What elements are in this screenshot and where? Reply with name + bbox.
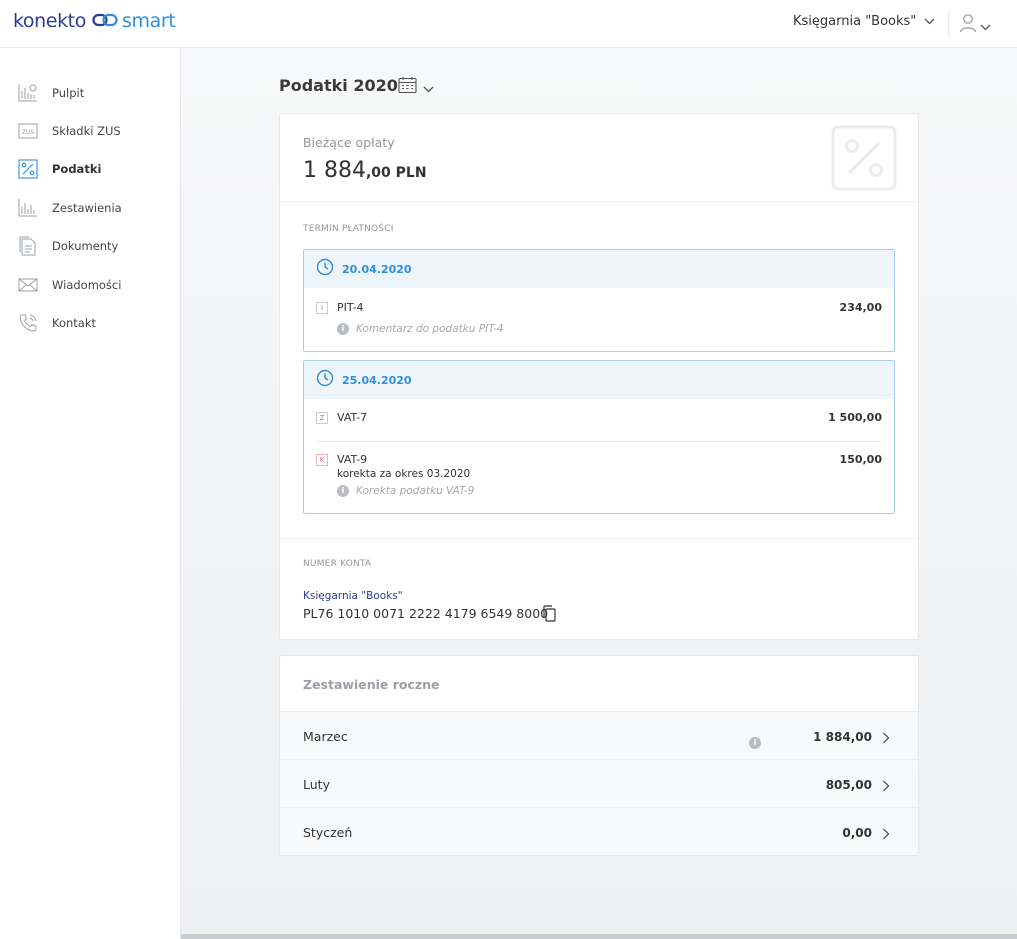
sidebar-item-zestawienia[interactable]: Zestawienia bbox=[0, 193, 180, 223]
divider bbox=[280, 201, 918, 202]
account-holder: Księgarnia "Books" bbox=[303, 590, 403, 602]
company-selector[interactable]: Księgarnia "Books" bbox=[793, 14, 935, 29]
summary-month: Marzec bbox=[303, 729, 348, 744]
percent-icon bbox=[18, 159, 38, 179]
annual-summary-card: Zestawienie roczne Marzec i 1 884,00 Lut… bbox=[279, 655, 919, 856]
tax-subtitle: korekta za okres 03.2020 bbox=[337, 468, 471, 480]
current-taxes-card: Bieżące opłaty 1 884,00 PLN TERMIN PŁATN… bbox=[279, 113, 919, 640]
chevron-right-icon bbox=[882, 729, 890, 748]
sidebar-item-label: Dokumenty bbox=[52, 239, 119, 253]
summary-row-luty[interactable]: Luty 805,00 bbox=[280, 759, 918, 807]
amount-decimals: ,00 PLN bbox=[365, 165, 427, 181]
envelope-icon bbox=[18, 275, 38, 295]
sidebar-item-wiadomosci[interactable]: Wiadomości bbox=[0, 270, 180, 300]
tax-type-badge: K bbox=[316, 454, 328, 466]
tax-name: VAT-9 bbox=[337, 453, 368, 466]
sidebar-item-label: Kontakt bbox=[52, 316, 97, 330]
page-title: Podatki 2020 bbox=[279, 76, 398, 95]
chevron-right-icon bbox=[882, 825, 890, 844]
percent-icon bbox=[831, 125, 897, 191]
summary-value: 805,00 bbox=[825, 778, 872, 792]
tax-comment-text: Komentarz do podatku PIT-4 bbox=[356, 323, 504, 335]
svg-text:ZUS: ZUS bbox=[22, 129, 35, 136]
logo-text-konekto: konekto bbox=[13, 10, 86, 32]
sidebar: Pulpit ZUS Składki ZUS Podatki Zestawien… bbox=[0, 48, 181, 939]
header-divider bbox=[948, 11, 949, 37]
sidebar-item-label: Składki ZUS bbox=[52, 124, 121, 138]
due-group-header: 20.04.2020 bbox=[304, 250, 894, 288]
tax-type-badge: Z bbox=[316, 412, 328, 424]
tax-comment: i Komentarz do podatku PIT-4 bbox=[337, 323, 504, 335]
due-group-header: 25.04.2020 bbox=[304, 361, 894, 399]
summary-value: 1 884,00 bbox=[813, 730, 872, 744]
summary-title: Zestawienie roczne bbox=[303, 677, 440, 692]
tax-name: PIT-4 bbox=[337, 301, 364, 314]
user-icon bbox=[959, 13, 977, 37]
clock-icon bbox=[316, 369, 334, 391]
dashboard-icon bbox=[18, 83, 38, 103]
account-section-label: NUMER KONTA bbox=[303, 559, 372, 569]
summary-month: Styczeń bbox=[303, 825, 353, 840]
summary-row-marzec[interactable]: Marzec i 1 884,00 bbox=[280, 711, 918, 759]
top-header: konekto smart Księgarnia "Books" bbox=[0, 0, 1017, 48]
documents-icon bbox=[18, 236, 38, 256]
tax-amount: 150,00 bbox=[839, 453, 882, 466]
tax-amount: 1 500,00 bbox=[828, 411, 882, 424]
horizontal-scrollbar[interactable] bbox=[181, 934, 1017, 939]
summary-row-styczen[interactable]: Styczeń 0,00 bbox=[280, 807, 918, 855]
sidebar-item-label: Pulpit bbox=[52, 86, 85, 100]
due-date: 20.04.2020 bbox=[342, 262, 412, 276]
sidebar-item-label: Zestawienia bbox=[52, 201, 122, 215]
current-label: Bieżące opłaty bbox=[303, 135, 395, 150]
summary-value: 0,00 bbox=[842, 826, 872, 840]
clock-icon bbox=[316, 258, 334, 280]
current-amount: 1 884,00 PLN bbox=[303, 158, 427, 183]
amount-main: 1 884 bbox=[303, 158, 366, 183]
info-icon[interactable]: i bbox=[749, 730, 761, 749]
sidebar-item-podatki[interactable]: Podatki bbox=[0, 154, 180, 184]
tax-amount: 234,00 bbox=[839, 301, 882, 314]
year-picker[interactable] bbox=[398, 76, 434, 98]
info-icon: i bbox=[337, 485, 349, 497]
tax-comment: i Korekta podatku VAT-9 bbox=[337, 485, 474, 497]
chevron-down-icon bbox=[924, 14, 935, 29]
due-group: 20.04.2020 I PIT-4 234,00 i Komentarz do… bbox=[303, 249, 895, 352]
sidebar-item-skladki-zus[interactable]: ZUS Składki ZUS bbox=[0, 116, 180, 146]
account-number: PL76 1010 0071 2222 4179 6549 8000 bbox=[303, 606, 549, 621]
due-date: 25.04.2020 bbox=[342, 373, 412, 387]
calendar-icon bbox=[398, 76, 417, 98]
sidebar-item-label: Wiadomości bbox=[52, 278, 122, 292]
summary-month: Luty bbox=[303, 777, 330, 792]
logo-text-smart: smart bbox=[121, 10, 176, 32]
info-icon: i bbox=[337, 323, 349, 335]
tax-name: VAT-7 bbox=[337, 411, 368, 424]
copy-icon[interactable] bbox=[542, 605, 556, 626]
tax-type-badge: I bbox=[316, 302, 328, 314]
divider bbox=[280, 538, 918, 539]
zus-icon: ZUS bbox=[18, 121, 38, 141]
sidebar-item-label: Podatki bbox=[52, 162, 102, 176]
sidebar-item-dokumenty[interactable]: Dokumenty bbox=[0, 231, 180, 261]
divider bbox=[316, 441, 882, 442]
sidebar-item-pulpit[interactable]: Pulpit bbox=[0, 78, 180, 108]
chevron-right-icon bbox=[882, 777, 890, 796]
phone-icon bbox=[18, 313, 38, 333]
company-name: Księgarnia "Books" bbox=[793, 14, 917, 29]
link-icon bbox=[92, 10, 118, 32]
due-section-label: TERMIN PŁATNOŚCI bbox=[303, 224, 394, 234]
info-dot: i bbox=[749, 737, 761, 749]
chevron-down-icon bbox=[980, 16, 991, 35]
chevron-down-icon bbox=[423, 78, 434, 97]
due-group: 25.04.2020 Z VAT-7 1 500,00 K VAT-9 kore… bbox=[303, 360, 895, 514]
user-menu[interactable] bbox=[959, 13, 991, 37]
sidebar-item-kontakt[interactable]: Kontakt bbox=[0, 308, 180, 338]
logo[interactable]: konekto smart bbox=[13, 10, 176, 32]
tax-comment-text: Korekta podatku VAT-9 bbox=[356, 485, 475, 497]
bar-chart-icon bbox=[18, 198, 38, 218]
